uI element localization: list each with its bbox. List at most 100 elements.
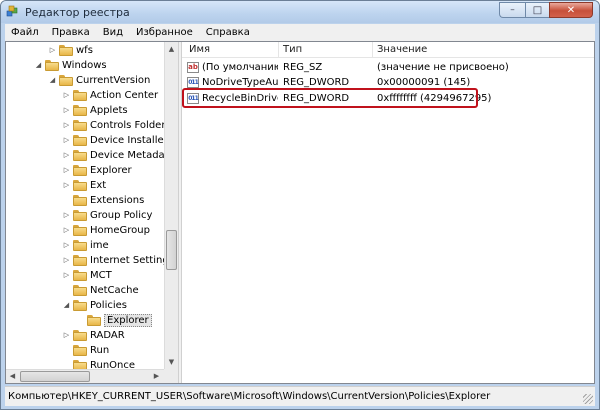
collapsed-arrow-icon[interactable]: ▷ <box>62 331 71 339</box>
minimize-button[interactable]: – <box>499 2 525 18</box>
list-header: Имя Тип Значение <box>182 42 594 58</box>
folder-icon <box>87 314 101 326</box>
collapsed-arrow-icon[interactable]: ▷ <box>62 181 71 189</box>
folder-icon <box>73 104 87 116</box>
folder-icon <box>73 329 87 341</box>
tree-node[interactable]: NetCache <box>62 283 139 297</box>
tree-node[interactable]: Explorer <box>76 313 152 327</box>
tree-node-label: Extensions <box>90 194 145 206</box>
tree-node[interactable]: ▷ Ext <box>62 178 106 192</box>
collapsed-arrow-icon[interactable]: ▷ <box>62 271 71 279</box>
tree-node-label: Windows <box>62 59 107 71</box>
folder-icon <box>73 344 87 356</box>
collapsed-arrow-icon[interactable]: ▷ <box>62 151 71 159</box>
tree-node-label: Action Center <box>90 89 159 101</box>
column-divider[interactable] <box>278 42 279 57</box>
tree-node[interactable]: ◢ Windows <box>34 58 107 72</box>
collapsed-arrow-icon[interactable]: ▷ <box>62 256 71 264</box>
menu-file[interactable]: Файл <box>5 27 46 38</box>
tree-node[interactable]: Run <box>62 343 109 357</box>
registry-editor-window: Редактор реестра – □ ✕ Файл Правка Вид И… <box>0 0 600 410</box>
collapsed-arrow-icon[interactable]: ▷ <box>62 166 71 174</box>
value-data: (значение не присвоено) <box>377 62 509 73</box>
tree-node[interactable]: ▷ Device Metadat <box>62 148 169 162</box>
minimize-icon: – <box>510 5 515 15</box>
tree-node[interactable]: ▷ Explorer <box>62 163 132 177</box>
maximize-button[interactable]: □ <box>525 2 549 18</box>
expanded-arrow-icon[interactable]: ◢ <box>34 61 43 69</box>
menu-help[interactable]: Справка <box>200 27 257 38</box>
tree-vertical-scrollbar[interactable]: ▲ ▼ <box>164 42 178 369</box>
folder-icon <box>73 254 87 266</box>
value-type: REG_DWORD <box>283 77 350 88</box>
tree-node[interactable]: ▷ Action Center <box>62 88 158 102</box>
tree-node[interactable]: ▷ Applets <box>62 103 128 117</box>
collapsed-arrow-icon[interactable]: ▷ <box>48 46 57 54</box>
tree-node-label: Policies <box>90 299 127 311</box>
close-button[interactable]: ✕ <box>549 2 593 18</box>
column-divider[interactable] <box>372 42 373 57</box>
collapsed-arrow-icon[interactable]: ▷ <box>62 91 71 99</box>
window-controls: – □ ✕ <box>499 2 593 19</box>
tree-node-label: Group Policy <box>90 209 153 221</box>
folder-icon <box>73 194 87 206</box>
folder-icon <box>73 209 87 221</box>
menu-view[interactable]: Вид <box>97 27 130 38</box>
value-name: (По умолчанию) <box>202 62 278 73</box>
tree-horizontal-scroll-thumb[interactable] <box>20 371 90 382</box>
column-header-type[interactable]: Тип <box>283 44 302 55</box>
status-path: Компьютер\HKEY_CURRENT_USER\Software\Mic… <box>8 391 491 402</box>
tree-vertical-scroll-thumb[interactable] <box>166 230 177 270</box>
folder-icon <box>45 59 59 71</box>
tree-node-label: CurrentVersion <box>76 74 151 86</box>
tree-node[interactable]: ▷ Controls Folder <box>62 118 165 132</box>
expanded-arrow-icon[interactable]: ◢ <box>62 301 71 309</box>
list-row-default[interactable]: ab (По умолчанию) REG_SZ (значение не пр… <box>182 61 594 76</box>
collapsed-arrow-icon[interactable]: ▷ <box>62 211 71 219</box>
main-panes: ▷ wfs ◢ Windows ◢ CurrentVersion ▷ Action Cente… <box>5 41 595 384</box>
tree-node-label: Explorer <box>104 313 152 327</box>
title-bar[interactable]: Редактор реестра – □ ✕ <box>1 1 599 23</box>
tree-node[interactable]: ▷ MCT <box>62 268 112 282</box>
folder-icon <box>73 119 87 131</box>
collapsed-arrow-icon[interactable]: ▷ <box>62 241 71 249</box>
collapsed-arrow-icon[interactable]: ▷ <box>62 121 71 129</box>
collapsed-arrow-icon[interactable]: ▷ <box>62 136 71 144</box>
tree-node[interactable]: ◢ Policies <box>62 298 127 312</box>
tree-node-label: MCT <box>90 269 112 281</box>
tree-node[interactable]: Extensions <box>62 193 144 207</box>
tree-node[interactable]: ▷ Group Policy <box>62 208 152 222</box>
collapsed-arrow-icon[interactable]: ▷ <box>62 106 71 114</box>
tree-node-label: Internet Setting <box>90 254 169 266</box>
tree-node-label: Device Installer <box>90 134 168 146</box>
tree-node-label: Controls Folder <box>90 119 166 131</box>
tree-node[interactable]: ▷ RADAR <box>62 328 125 342</box>
scroll-down-arrow-icon[interactable]: ▼ <box>166 356 177 368</box>
column-header-name[interactable]: Имя <box>189 44 210 55</box>
menu-favorites[interactable]: Избранное <box>130 27 200 38</box>
collapsed-arrow-icon[interactable]: ▷ <box>62 226 71 234</box>
resize-grip-icon[interactable] <box>583 394 593 404</box>
status-bar: Компьютер\HKEY_CURRENT_USER\Software\Mic… <box>5 386 595 406</box>
tree-node[interactable]: ▷ ime <box>62 238 109 252</box>
tree-node-label: RADAR <box>90 329 125 341</box>
scroll-right-arrow-icon[interactable]: ▶ <box>151 370 162 382</box>
tree-node[interactable]: ▷ Internet Setting <box>62 253 169 267</box>
menu-bar: Файл Правка Вид Избранное Справка <box>5 24 595 42</box>
expanded-arrow-icon[interactable]: ◢ <box>48 76 57 84</box>
key-tree: ▷ wfs ◢ Windows ◢ CurrentVersion ▷ Action Cente… <box>6 42 178 383</box>
regedit-app-icon <box>6 5 18 17</box>
tree-node[interactable]: ▷ wfs <box>48 43 93 57</box>
binary-value-icon: 011 <box>187 77 199 88</box>
folder-icon <box>73 149 87 161</box>
tree-node[interactable]: ◢ CurrentVersion <box>48 73 150 87</box>
tree-horizontal-scrollbar[interactable]: ◀ ▶ <box>6 369 164 383</box>
tree-node[interactable]: ▷ HomeGroup <box>62 223 150 237</box>
tree-node-label: Ext <box>90 179 107 191</box>
column-header-value[interactable]: Значение <box>377 44 427 55</box>
close-icon: ✕ <box>566 4 576 16</box>
scroll-left-arrow-icon[interactable]: ◀ <box>7 370 18 382</box>
menu-edit[interactable]: Правка <box>46 27 97 38</box>
tree-node[interactable]: ▷ Device Installer <box>62 133 168 147</box>
scroll-up-arrow-icon[interactable]: ▲ <box>166 43 177 55</box>
